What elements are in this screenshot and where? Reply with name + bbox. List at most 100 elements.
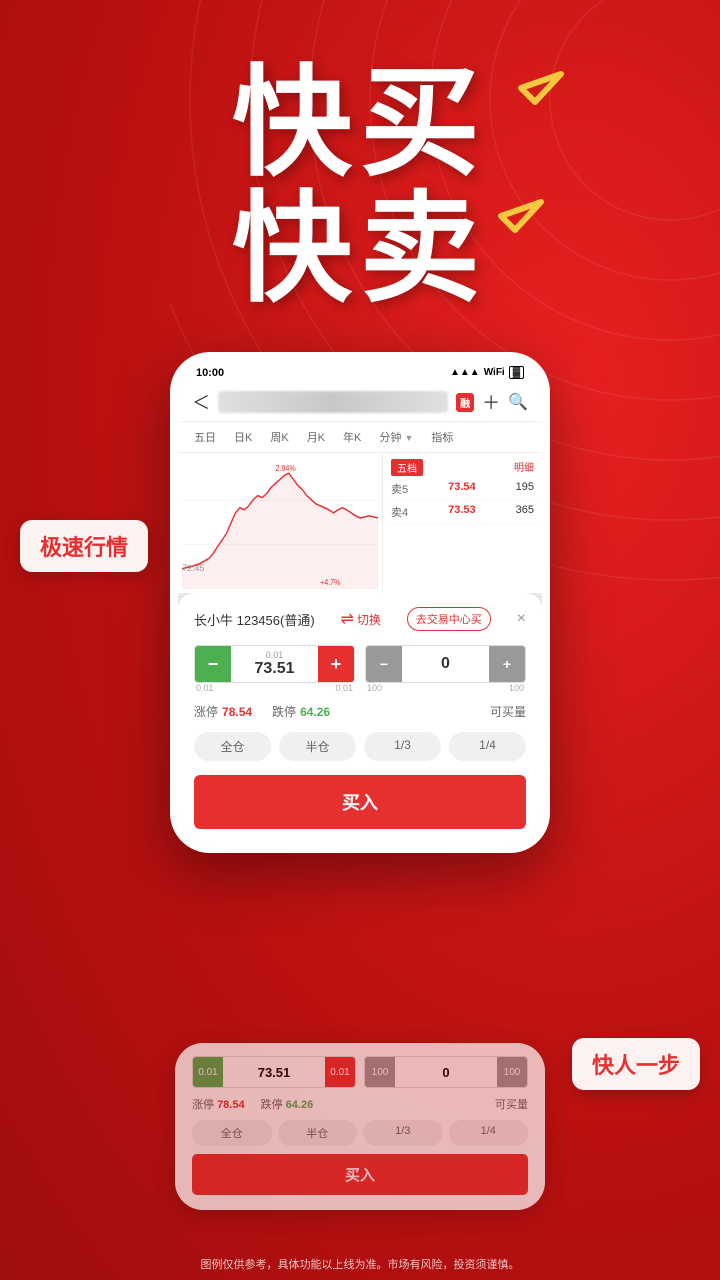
limit-down-value: 64.26	[300, 705, 330, 719]
one-quarter-button[interactable]: 1/4	[449, 732, 526, 761]
available-qty: 可买量	[490, 703, 526, 720]
price-step-label: 0.01	[231, 650, 318, 660]
hero-line2-text: 快卖	[232, 182, 488, 316]
rong-badge: 融	[456, 393, 474, 412]
stock-name: 长小牛 123456(普通)	[194, 610, 315, 629]
info-row: 涨停 78.54 跌停 64.26 可买量	[194, 703, 526, 720]
five-level-label: 五档	[391, 459, 423, 476]
bg-limit-up-label: 涨停 78.54	[192, 1096, 245, 1112]
svg-text:2.94%: 2.94%	[276, 464, 296, 474]
tab-indicator[interactable]: 指标	[423, 426, 461, 448]
bg-avail-label: 可买量	[495, 1096, 528, 1112]
price-input-group: − 0.01 73.51 + 0.01 0.01	[194, 645, 355, 693]
tab-minute[interactable]: 分钟 ▼	[371, 426, 421, 448]
switch-label: 切换	[357, 611, 381, 628]
sell4-label: 卖4	[391, 504, 408, 520]
bg-qty-minus: 100	[365, 1056, 395, 1088]
bg-quarter-btn: 1/4	[449, 1120, 529, 1146]
fast-label-text: 快人一步	[592, 1053, 680, 1078]
disclaimer-text: 图例仅供参考，具体功能以上线为准。市场有风险，投资须谨慎。	[201, 1259, 520, 1271]
back-button[interactable]: ＜	[192, 389, 210, 415]
price-steps: 0.01 0.01	[194, 683, 355, 693]
signal-icon: ▲▲▲	[450, 367, 480, 378]
bg-price-minus: 0.01	[193, 1056, 223, 1088]
sell4-vol: 365	[516, 504, 534, 520]
switch-icon: ⇌	[341, 609, 354, 629]
qty-decrease-button[interactable]: −	[366, 646, 402, 682]
tab-daily-k[interactable]: 日K	[226, 426, 260, 448]
tab-five-day[interactable]: 五日	[186, 426, 224, 448]
speed-label-text: 极速行情	[40, 535, 128, 560]
bg-info-row: 涨停 78.54 跌停 64.26 可买量	[180, 1092, 540, 1116]
qty-increase-button[interactable]: +	[489, 646, 525, 682]
add-button[interactable]: ＋	[482, 389, 500, 415]
quick-buttons: 全仓 半仓 1/3 1/4	[194, 732, 526, 761]
price-input: − 0.01 73.51 +	[194, 645, 355, 683]
limit-down-info: 跌停 64.26	[272, 703, 330, 720]
status-icons: ▲▲▲ WiFi ▓	[450, 366, 524, 379]
wifi-icon: WiFi	[484, 367, 505, 378]
sell5-price: 73.54	[448, 481, 476, 497]
phone-screen: 10:00 ▲▲▲ WiFi ▓ ＜ 融 ＋ 🔍 五日 日K 周K	[178, 360, 542, 845]
candlestick-chart: 72.45 2.94% +4.7%	[178, 453, 382, 593]
input-row: − 0.01 73.51 + 0.01 0.01	[194, 645, 526, 693]
phone-navbar: ＜ 融 ＋ 🔍	[178, 383, 542, 422]
switch-button[interactable]: ⇌ 切换	[341, 609, 381, 629]
bg-input-row: 0.01 73.51 0.01 100 0 100	[180, 1048, 540, 1092]
qty-step-left: 100	[367, 683, 382, 693]
tab-monthly-k[interactable]: 月K	[299, 426, 333, 448]
hero-line1: 快买	[0, 60, 720, 186]
half-position-button[interactable]: 半仓	[279, 732, 356, 761]
price-decrease-button[interactable]: −	[195, 646, 231, 682]
qty-steps: 100 100	[365, 683, 526, 693]
tab-yearly-k[interactable]: 年K	[335, 426, 369, 448]
bg-limit-down-label: 跌停 64.26	[261, 1096, 314, 1112]
limit-up-value: 78.54	[222, 705, 252, 719]
stock-title-blurred	[218, 391, 448, 413]
bg-price-input: 0.01 73.51 0.01	[192, 1056, 356, 1088]
limit-up-label: 涨停	[194, 703, 218, 720]
chart-area: 72.45 2.94% +4.7%	[178, 453, 542, 593]
price-increase-button[interactable]: +	[318, 646, 354, 682]
bg-buy-button: 买入	[192, 1154, 528, 1195]
bg-phone-frame: 0.01 73.51 0.01 100 0 100 涨停 78.54 跌停 64…	[175, 1043, 545, 1210]
background-phone: 0.01 73.51 0.01 100 0 100 涨停 78.54 跌停 64…	[175, 1043, 545, 1210]
status-bar: 10:00 ▲▲▲ WiFi ▓	[178, 360, 542, 383]
hero-section: 快买 快卖	[0, 0, 720, 312]
chart-tabs: 五日 日K 周K 月K 年K 分钟 ▼ 指标	[178, 422, 542, 453]
qty-input: − 0 +	[365, 645, 526, 683]
full-position-button[interactable]: 全仓	[194, 732, 271, 761]
bg-quick-btns: 全仓 半仓 1/3 1/4	[180, 1116, 540, 1154]
battery-icon: ▓	[509, 366, 524, 379]
bg-price-value: 73.51	[223, 1065, 325, 1080]
bg-phone-screen: 0.01 73.51 0.01 100 0 100 涨停 78.54 跌停 64…	[180, 1048, 540, 1205]
qty-value[interactable]: 0	[402, 655, 489, 673]
search-button[interactable]: 🔍	[508, 392, 528, 412]
close-button[interactable]: ×	[517, 610, 526, 628]
one-third-button[interactable]: 1/3	[364, 732, 441, 761]
order-book-header: 五档 明细	[387, 457, 538, 478]
sell4-price: 73.53	[448, 504, 476, 520]
price-value[interactable]: 73.51	[254, 660, 294, 677]
limit-up-info: 涨停 78.54	[194, 703, 252, 720]
trade-center-button[interactable]: 去交易中心买	[407, 607, 491, 631]
status-time: 10:00	[196, 367, 224, 379]
phone-frame: 10:00 ▲▲▲ WiFi ▓ ＜ 融 ＋ 🔍 五日 日K 周K	[170, 352, 550, 853]
hero-line2: 快卖	[0, 186, 720, 312]
buy-button[interactable]: 买入	[194, 775, 526, 829]
trade-card: 长小牛 123456(普通) ⇌ 切换 去交易中心买 × −	[178, 593, 542, 845]
price-display: 0.01 73.51	[231, 650, 318, 678]
y-axis-label: 72.45	[182, 563, 205, 573]
disclaimer: 图例仅供参考，具体功能以上线为准。市场有风险，投资须谨慎。	[0, 1256, 720, 1272]
tab-weekly-k[interactable]: 周K	[262, 426, 296, 448]
qty-step-right: 100	[509, 683, 524, 693]
price-step-left: 0.01	[196, 683, 214, 693]
speed-label: 极速行情	[20, 520, 148, 572]
bg-full-btn: 全仓	[192, 1120, 272, 1146]
checkmark-icon-2	[497, 198, 545, 234]
fast-label: 快人一步	[572, 1038, 700, 1090]
bg-price-plus: 0.01	[325, 1056, 355, 1088]
bg-third-btn: 1/3	[363, 1120, 443, 1146]
bg-qty-plus: 100	[497, 1056, 527, 1088]
avail-label: 可买量	[490, 705, 526, 719]
